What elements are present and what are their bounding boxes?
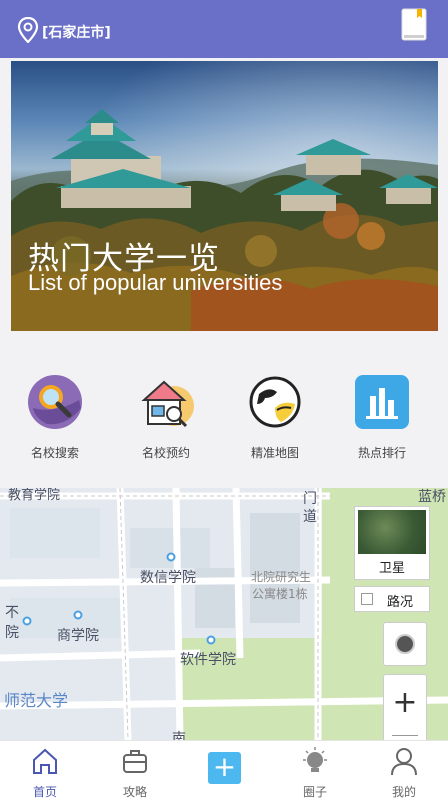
locate-icon <box>395 634 415 654</box>
map-label: 北院研究生 <box>251 570 312 584</box>
tab-home[interactable]: 首页 <box>15 747 75 800</box>
map-label: 软件学院 <box>180 652 236 668</box>
quick-links: 名校搜索 名校预约 精准地图 热点排行 <box>0 362 448 464</box>
locate-button[interactable] <box>383 622 427 666</box>
quick-link-search[interactable]: 名校搜索 <box>10 374 100 461</box>
satellite-thumbnail <box>358 510 426 554</box>
traffic-checkbox[interactable] <box>361 593 373 605</box>
globe-map-icon <box>249 376 301 428</box>
tab-guide[interactable]: 攻略 <box>105 747 165 800</box>
map-label: 不 <box>5 605 19 621</box>
map-label: 门 <box>303 491 317 507</box>
traffic-toggle[interactable]: 路况 <box>354 586 430 612</box>
quick-link-map[interactable]: 精准地图 <box>230 374 320 461</box>
map-label: 道 <box>303 509 317 525</box>
briefcase-icon <box>123 750 147 773</box>
map-label: 数信学院 <box>140 570 196 586</box>
banner-subtitle: List of popular universities <box>28 270 283 295</box>
traffic-label: 路况 <box>387 595 414 610</box>
tab-label: 攻略 <box>122 785 147 799</box>
top-bar: [石家庄市] <box>0 0 448 58</box>
quick-link-label: 热点排行 <box>357 446 406 460</box>
quick-link-reserve[interactable]: 名校预约 <box>121 374 211 461</box>
bar-chart-icon <box>355 375 409 429</box>
map-label: 蓝桥 <box>418 489 446 505</box>
city-selector[interactable]: [石家庄市] <box>42 22 111 42</box>
user-icon <box>391 748 417 776</box>
location-pin-icon[interactable] <box>17 17 39 43</box>
bulb-icon <box>303 747 327 772</box>
quick-link-label: 名校搜索 <box>30 446 79 460</box>
tab-mine[interactable]: 我的 <box>374 747 434 800</box>
quick-link-label: 精准地图 <box>250 446 299 460</box>
add-button[interactable]: + <box>208 752 241 784</box>
tab-circle[interactable]: 圈子 <box>285 747 345 800</box>
banner[interactable]: 热门大学一览 List of popular universities <box>11 61 438 331</box>
map-label: 公寓楼1栋 <box>252 587 308 601</box>
satellite-label: 卫星 <box>378 561 405 576</box>
map-label: 商学院 <box>57 628 99 644</box>
zoom-in-button[interactable]: + <box>384 683 426 723</box>
satellite-toggle[interactable]: 卫星 <box>354 506 430 580</box>
tab-label: 我的 <box>391 785 416 799</box>
search-magnifier-icon <box>28 375 82 429</box>
quick-link-rank[interactable]: 热点排行 <box>337 374 427 461</box>
school-house-icon <box>141 380 194 428</box>
zoom-divider <box>392 735 418 736</box>
book-icon[interactable] <box>400 8 428 42</box>
tab-label: 首页 <box>32 785 57 799</box>
quick-link-label: 名校预约 <box>141 446 190 460</box>
map-label: 院 <box>5 625 19 641</box>
map-label: 教育学院 <box>8 488 61 503</box>
home-icon <box>33 748 57 774</box>
zoom-control[interactable]: + <box>383 674 427 742</box>
map-label: 南 <box>172 731 186 740</box>
tab-label: 圈子 <box>302 785 327 799</box>
map-label: 师范大学 <box>4 691 69 710</box>
